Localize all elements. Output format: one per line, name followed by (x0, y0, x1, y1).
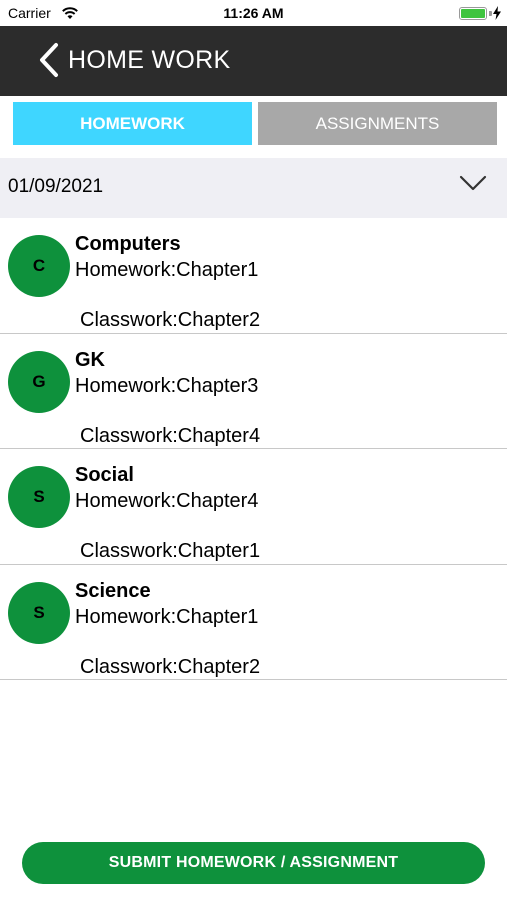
homework-text: Homework:Chapter3 (75, 374, 259, 397)
avatar: G (8, 350, 70, 413)
status-bar: Carrier 11:26 AM (0, 0, 507, 26)
charging-bolt-icon (493, 6, 501, 20)
avatar: S (8, 581, 70, 644)
subject-name: Social (75, 464, 134, 486)
date-value: 01/09/2021 (8, 176, 104, 197)
chevron-left-icon[interactable] (38, 42, 60, 78)
classwork-text: Classwork:Chapter2 (80, 309, 261, 331)
homework-text: Homework:Chapter4 (75, 490, 259, 512)
battery-cap (489, 11, 492, 16)
list-item[interactable]: S Social Homework:Chapter4 Classwork:Cha… (0, 449, 507, 565)
chevron-down-icon[interactable] (459, 174, 487, 192)
page-title: HOME WORK (68, 46, 231, 74)
homework-text: Homework:Chapter1 (75, 605, 259, 628)
tab-assignments[interactable]: ASSIGNMENTS (258, 102, 497, 145)
battery-icon (459, 7, 487, 20)
list-item[interactable]: S Science Homework:Chapter1 Classwork:Ch… (0, 565, 507, 680)
list-item[interactable]: C Computers Homework:Chapter1 Classwork:… (0, 218, 507, 334)
subject-list: C Computers Homework:Chapter1 Classwork:… (0, 218, 507, 680)
list-item[interactable]: G GK Homework:Chapter3 Classwork:Chapter… (0, 334, 507, 449)
avatar: C (8, 235, 70, 297)
submit-homework-button[interactable]: SUBMIT HOMEWORK / ASSIGNMENT (22, 842, 485, 884)
classwork-text: Classwork:Chapter2 (80, 655, 261, 678)
subject-name: GK (75, 348, 105, 371)
tab-homework[interactable]: HOMEWORK (13, 102, 252, 145)
date-selector[interactable]: 01/09/2021 (0, 158, 507, 218)
navigation-bar: HOME WORK (0, 26, 507, 96)
classwork-text: Classwork:Chapter1 (80, 540, 261, 562)
battery-level (461, 9, 485, 18)
tab-bar: HOMEWORK ASSIGNMENTS (0, 96, 507, 154)
classwork-text: Classwork:Chapter4 (80, 424, 261, 447)
homework-text: Homework:Chapter1 (75, 259, 259, 281)
status-time: 11:26 AM (223, 5, 284, 21)
subject-name: Science (75, 579, 151, 602)
avatar: S (8, 466, 70, 528)
subject-name: Computers (75, 233, 181, 255)
